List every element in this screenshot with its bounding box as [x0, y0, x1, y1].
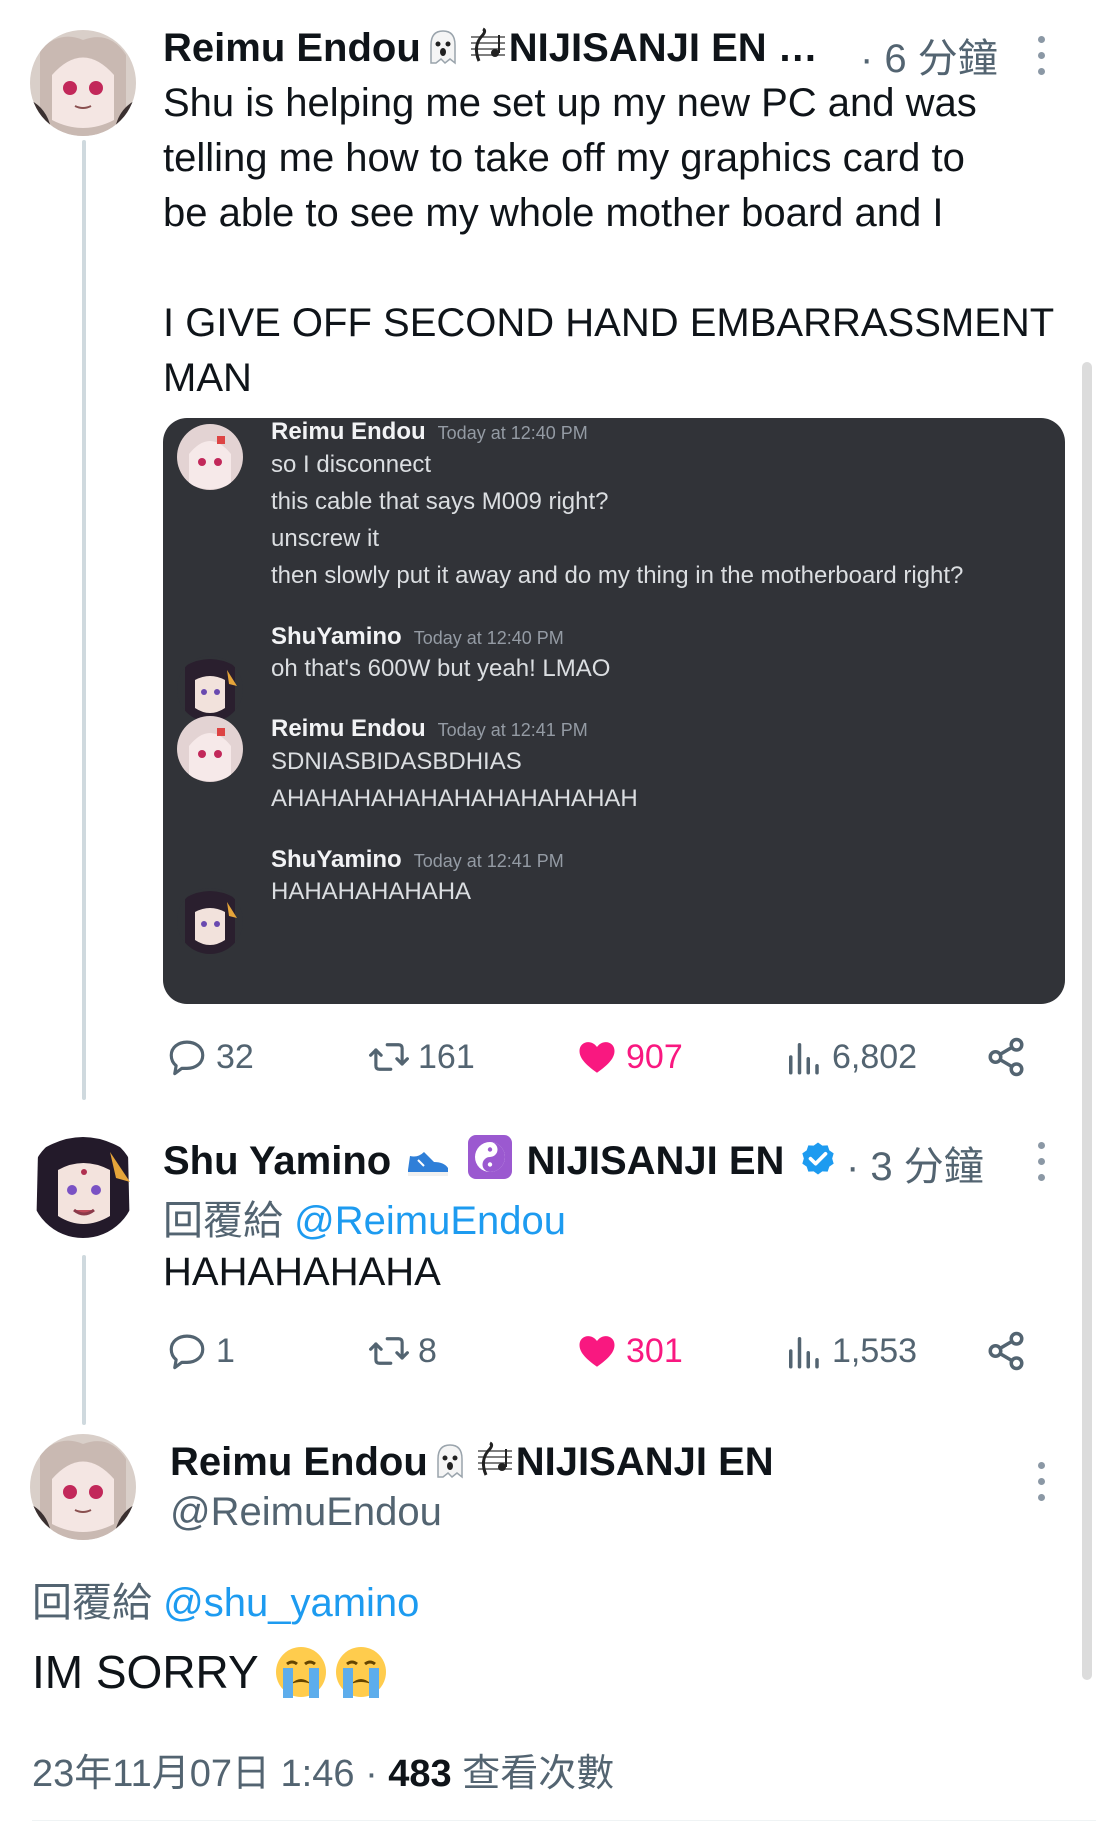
views-icon [789, 1043, 819, 1075]
crying-face-emoji-icon [273, 1644, 329, 1700]
avatar-reimu[interactable] [30, 30, 136, 136]
divider [32, 1820, 1096, 1821]
verified-badge-icon [798, 1140, 838, 1180]
author-name-text: Shu Yamino [163, 1139, 392, 1183]
music-score-emoji-icon [467, 27, 507, 67]
attached-image[interactable]: Reimu Endou Today at 12:40 PM so I discon… [163, 418, 1065, 1004]
discord-message-line: so I disconnect [271, 451, 432, 478]
author-name[interactable]: Reimu Endou NIJISANJI EN … [163, 26, 818, 71]
discord-message-line: HAHAHAHAHAHA [271, 878, 472, 905]
thread-line [82, 140, 86, 1100]
replying-to-label: 回覆給 [163, 1199, 283, 1243]
share-button[interactable] [985, 1032, 1035, 1082]
reply-button[interactable]: 1 [166, 1326, 235, 1376]
like-icon [579, 1336, 615, 1367]
discord-message-author: ShuYamino Today at 12:40 PM [271, 623, 564, 650]
like-button[interactable]: 301 [576, 1326, 683, 1376]
retweet-count: 8 [418, 1331, 437, 1370]
discord-avatar-shu [177, 888, 243, 954]
replying-to: 回覆給 @shu_yamino [32, 1570, 419, 1628]
tweet-text-row: IM SORRY [32, 1644, 389, 1700]
tweet-date: 23年11月07日 1:46 [32, 1753, 355, 1795]
tweet-text: IM SORRY [32, 1646, 259, 1698]
discord-message-line: AHAHAHAHAHAHAHAHAHAHAH [271, 785, 638, 812]
views-button[interactable]: 6,802 [782, 1032, 917, 1082]
author-affiliation: NIJISANJI EN [526, 1139, 785, 1183]
discord-message-author: ShuYamino Today at 12:41 PM [271, 846, 564, 873]
discord-message-line: SDNIASBIDASBDHIAS [271, 748, 522, 775]
more-icon[interactable] [1035, 1462, 1047, 1510]
tweet-text: HAHAHAHAHA [163, 1250, 441, 1294]
music-score-emoji-icon [474, 1441, 514, 1481]
retweet-icon [369, 1337, 409, 1365]
discord-message-line: then slowly put it away and do my thing … [271, 562, 964, 589]
ghost-emoji-icon [423, 27, 463, 67]
author-name-text: Reimu Endou [170, 1440, 428, 1484]
discord-message-line: unscrew it [271, 525, 380, 552]
discord-avatar-shu [177, 656, 243, 722]
retweet-icon [369, 1043, 409, 1071]
reply-count: 1 [216, 1331, 235, 1370]
like-count: 301 [626, 1331, 683, 1370]
like-count: 907 [626, 1037, 683, 1076]
sneaker-emoji-icon [404, 1140, 452, 1180]
like-button[interactable]: 907 [576, 1032, 683, 1082]
yin-yang-emoji-icon [467, 1134, 513, 1180]
ghost-emoji-icon [430, 1441, 470, 1481]
reply-icon [169, 1040, 205, 1076]
replying-to-handle[interactable]: @shu_yamino [163, 1581, 419, 1625]
replying-to-label: 回覆給 [32, 1581, 152, 1625]
author-name[interactable]: Shu Yamino NIJISANJI EN [163, 1134, 840, 1184]
share-button[interactable] [985, 1326, 1035, 1376]
thread-line [82, 1255, 86, 1425]
tweet-timestamp[interactable]: 23年11月07日 1:46 · 483 查看次數 [32, 1742, 614, 1797]
views-count: 1,553 [832, 1331, 918, 1370]
replying-to: 回覆給 @ReimuEndou [163, 1188, 566, 1246]
like-icon [579, 1042, 615, 1073]
author-handle[interactable]: @ReimuEndou [170, 1490, 442, 1535]
views-label: 查看次數 [462, 1753, 615, 1795]
discord-avatar-reimu [177, 716, 243, 782]
views-count: 483 [388, 1753, 452, 1795]
author-affiliation: NIJISANJI EN [515, 1440, 774, 1484]
crying-face-emoji-icon [333, 1644, 389, 1700]
discord-message-line: this cable that says M009 right? [271, 488, 609, 515]
tweet-text: Shu is helping me set up my new PC and w… [163, 81, 1055, 400]
author-name-text: Reimu Endou [163, 26, 421, 70]
replying-to-handle[interactable]: @ReimuEndou [294, 1199, 566, 1243]
avatar-shu[interactable] [30, 1132, 136, 1238]
author-name[interactable]: Reimu Endou NIJISANJI EN [170, 1440, 774, 1485]
views-count: 6,802 [832, 1037, 918, 1076]
scrollbar[interactable] [1082, 362, 1092, 1680]
share-icon [988, 1037, 1024, 1077]
retweet-button[interactable]: 8 [368, 1326, 437, 1376]
more-icon[interactable] [1035, 1142, 1047, 1190]
reply-icon [169, 1334, 205, 1370]
discord-message-line: oh that's 600W but yeah! LMAO [271, 655, 611, 682]
reply-count: 32 [216, 1037, 254, 1076]
discord-message-author: Reimu Endou Today at 12:41 PM [271, 715, 588, 742]
avatar-reimu[interactable] [30, 1434, 136, 1540]
discord-avatar-reimu [177, 424, 243, 490]
views-button[interactable]: 1,553 [782, 1326, 917, 1376]
retweet-button[interactable]: 161 [368, 1032, 475, 1082]
discord-message-author: Reimu Endou Today at 12:40 PM [271, 418, 588, 445]
share-icon [988, 1331, 1024, 1371]
tweet-time[interactable]: · 3 分鐘 [846, 1134, 984, 1192]
retweet-count: 161 [418, 1037, 475, 1076]
views-icon [789, 1337, 819, 1369]
author-affiliation: NIJISANJI EN … [508, 26, 818, 70]
reply-button[interactable]: 32 [166, 1032, 254, 1082]
